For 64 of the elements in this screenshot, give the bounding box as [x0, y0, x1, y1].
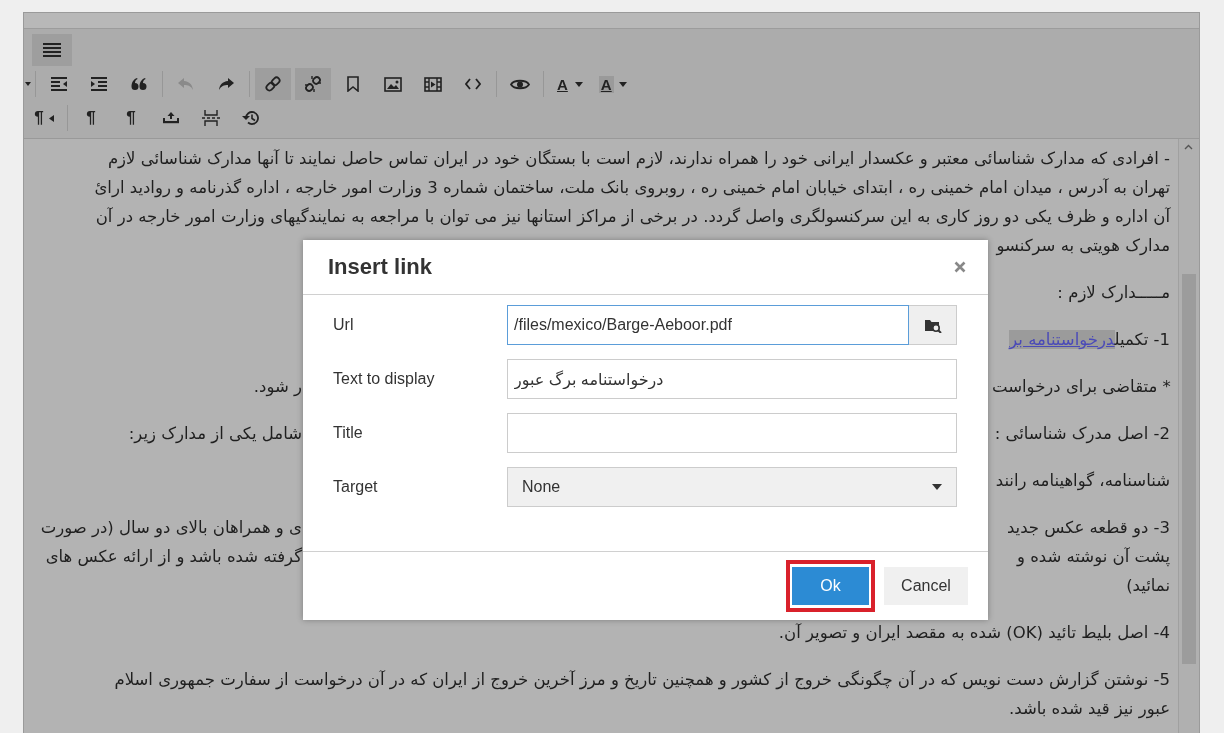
body-text: آن اداره و ظرف یکی دو روز کاری به این سرکنسولگری واصل گردد. در برخی از مراکز استانها نیز می توان با مراجعه به نمایندگیهای وزارت امور خارجه در آن [95, 207, 1170, 226]
unlink-button[interactable] [295, 68, 331, 100]
menu-icon [43, 43, 61, 57]
body-text: ی و همراهان بالای دو سال (در صورت [40, 518, 302, 537]
caret-down-icon [618, 81, 627, 87]
body-text: تهران به آدرس ، میدان امام خمینی ره ، ابتدای خیابان امام خمینی ره ، روبروی بانک ملت، ساختمان شماره 3 وزارت امور خارجه ، اداره گذرنامه و روادید ارائ [94, 178, 1170, 197]
indent-icon [91, 77, 107, 91]
dialog-title: Insert link [328, 254, 432, 280]
ok-button[interactable]: Ok [792, 567, 869, 605]
scroll-up-icon[interactable] [1184, 144, 1193, 150]
folder-search-icon [923, 317, 942, 333]
paragraph-direction-button[interactable]: ¶ [26, 102, 62, 134]
cancel-button[interactable]: Cancel [884, 567, 968, 605]
field-label: Url [333, 316, 355, 334]
field-label: Target [333, 478, 379, 496]
body-text: 3- دو قطعه عکس جدید [1006, 518, 1170, 537]
body-text: شامل یکی از مدارک زیر: [128, 424, 302, 443]
body-text: 1- تکمیل [1114, 330, 1170, 349]
broken-link-icon [304, 75, 322, 93]
body-text: عبور نیز قید شده باشد. [1009, 699, 1170, 718]
link-button[interactable] [255, 68, 291, 100]
history-icon [242, 110, 260, 126]
bookmark-icon [347, 76, 359, 92]
image-icon [384, 76, 402, 92]
caret-down-icon [574, 81, 583, 87]
text-field[interactable] [507, 413, 957, 453]
page-break-icon [202, 110, 220, 126]
target-select[interactable]: None [507, 467, 957, 507]
body-text: - افرادی که مدارک شناسائی معتبر و عکسدار ایرانی خود را همراه ندارند، لازم است با بستگان خود در ایران تماس حاصل نمایند تا آنها مدارک شناسائی لازم [107, 149, 1170, 168]
quote-icon [131, 77, 147, 91]
field-label: Text to display [333, 370, 436, 388]
triangle-icon [48, 114, 54, 122]
url-field[interactable]: /files/mexico/Barge-Aeboor.pdf [507, 305, 909, 345]
menu-button[interactable] [32, 34, 72, 66]
body-text: 5- نوشتن گزارش دست نویس که در آن چگونگی خروج از کشور و همچنین تاریخ و مرز آخرین خروج از ایران که در آن درخواست از سفارت جمهوری اسلام [114, 670, 1170, 689]
body-text: گرفته شده باشد و از ارائه عکس های [45, 547, 302, 566]
body-text: * متقاضی برای درخواست [992, 377, 1171, 396]
outdent-icon [51, 77, 67, 91]
text-color-button[interactable]: A [549, 68, 589, 100]
body-text: 4- اصل بلیط تائید (OK) شده به مقصد ایران و تصویر آن. [778, 623, 1170, 642]
code-icon [465, 78, 481, 90]
paragraph-button[interactable]: ¶ [113, 102, 149, 134]
body-text: مدارک هویتی به سرکنسو [996, 236, 1170, 255]
body-text: نمائید) [1126, 576, 1170, 595]
text-field[interactable]: درخواستنامه برگ عبور [507, 359, 957, 399]
browse-button[interactable] [909, 305, 957, 345]
redo-icon [218, 77, 234, 91]
body-text: 2- اصل مدرک شناسائی : [994, 424, 1170, 443]
film-icon [424, 76, 442, 92]
paragraph-button[interactable]: ¶ [73, 102, 109, 134]
link-icon [264, 75, 282, 93]
caret-down-icon [25, 81, 31, 87]
scrollbar[interactable] [1178, 139, 1199, 733]
body-text: ر شود. [253, 377, 302, 396]
field-label: Title [333, 424, 364, 442]
undo-icon [178, 77, 194, 91]
close-icon [954, 261, 966, 273]
eye-icon [510, 77, 530, 91]
background-color-button[interactable]: A [592, 68, 633, 100]
body-text: شناسنامه، گواهینامه رانند [995, 471, 1170, 490]
caret-down-icon [932, 484, 942, 490]
body-text: پشت آن نوشته شده و [1016, 547, 1170, 566]
upload-icon [163, 111, 179, 125]
body-text: مـــــدارک لازم : [1057, 283, 1170, 302]
